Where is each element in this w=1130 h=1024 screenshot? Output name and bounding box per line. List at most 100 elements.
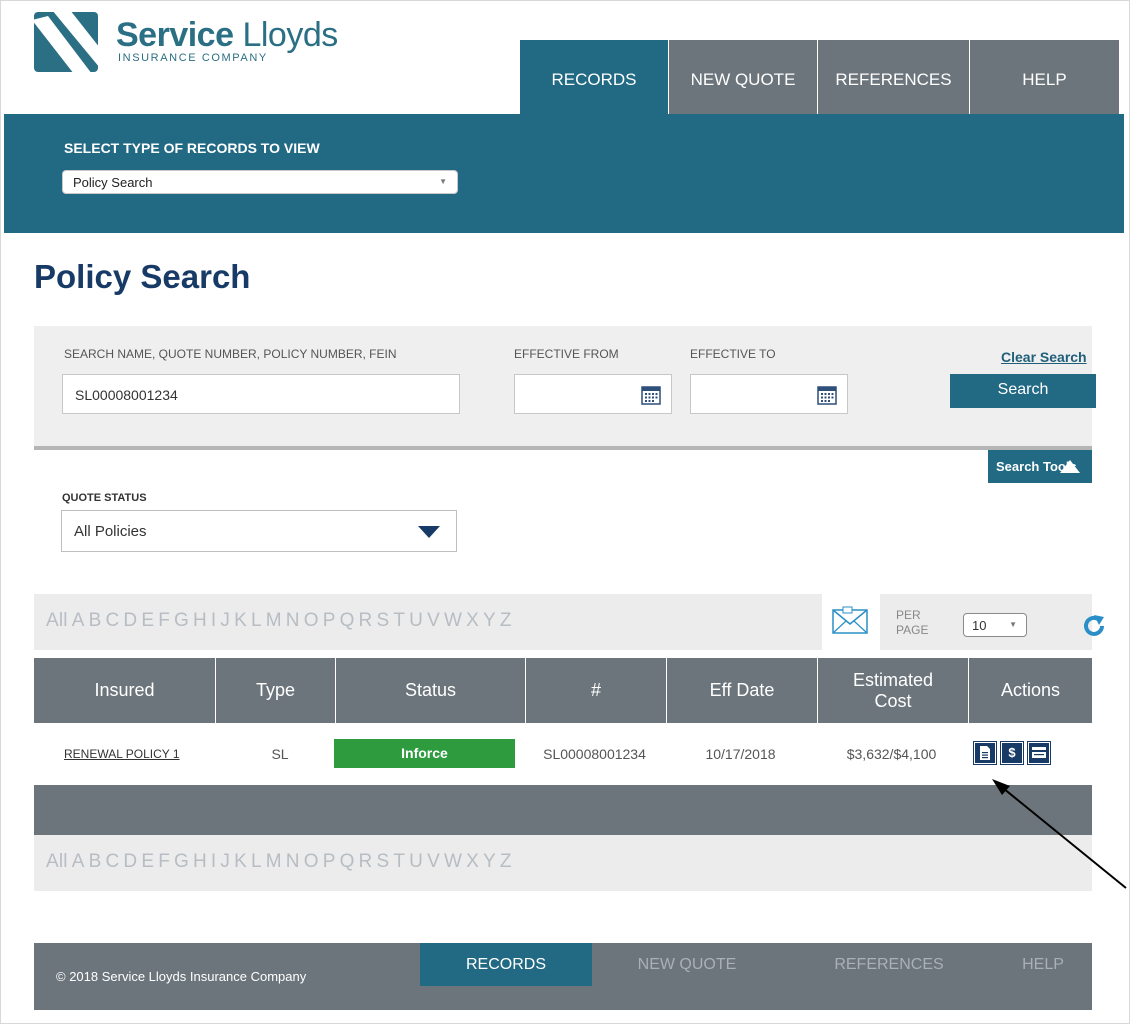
clear-search-link[interactable]: Clear Search xyxy=(1001,349,1087,365)
alpha-link[interactable]: N xyxy=(286,851,300,872)
alpha-link[interactable]: M xyxy=(266,851,282,872)
effective-from-input[interactable] xyxy=(514,374,672,414)
alpha-link[interactable]: O xyxy=(304,610,319,631)
alpha-link[interactable]: U xyxy=(409,610,423,631)
alpha-link[interactable]: S xyxy=(376,610,389,631)
alpha-link[interactable]: A xyxy=(72,851,85,872)
alpha-link[interactable]: I xyxy=(211,610,216,631)
page-footer: © 2018 Service Lloyds Insurance Company … xyxy=(34,943,1092,1010)
alpha-link[interactable]: X xyxy=(466,851,479,872)
alpha-link[interactable]: C xyxy=(105,610,119,631)
alpha-link[interactable]: F xyxy=(158,851,170,872)
alpha-link[interactable]: G xyxy=(174,610,189,631)
alpha-link[interactable]: T xyxy=(393,851,405,872)
alpha-link[interactable]: Z xyxy=(500,851,512,872)
per-page-select[interactable]: 10 ▼ xyxy=(963,613,1027,637)
alpha-link[interactable]: R xyxy=(359,610,373,631)
credit-card-icon xyxy=(1032,747,1046,758)
calendar-icon[interactable] xyxy=(641,385,661,405)
alpha-link[interactable]: W xyxy=(444,610,462,631)
footer-nav-help[interactable]: HELP xyxy=(994,943,1092,986)
alphabet-links: All A B C D E F G H I J K L M N O P Q R S T U V W X Y Z xyxy=(46,610,516,632)
alpha-link[interactable]: K xyxy=(234,851,247,872)
alpha-link[interactable]: U xyxy=(409,851,423,872)
alpha-link[interactable]: Q xyxy=(340,851,355,872)
alpha-link[interactable]: H xyxy=(193,610,207,631)
alpha-link[interactable]: Y xyxy=(483,610,496,631)
alpha-link[interactable]: T xyxy=(393,610,405,631)
tab-new-quote[interactable]: NEW QUOTE xyxy=(668,40,817,114)
tab-references[interactable]: REFERENCES xyxy=(817,40,969,114)
alpha-link[interactable]: L xyxy=(251,851,262,872)
effective-to-input[interactable] xyxy=(690,374,848,414)
alpha-link[interactable]: Z xyxy=(500,610,512,631)
alpha-link[interactable]: Y xyxy=(483,851,496,872)
search-query-input[interactable]: SL00008001234 xyxy=(62,374,460,414)
alpha-link[interactable]: N xyxy=(286,610,300,631)
chevron-down-icon: ▼ xyxy=(1009,620,1017,629)
alpha-link[interactable]: F xyxy=(158,610,170,631)
insured-link[interactable]: RENEWAL POLICY 1 xyxy=(64,723,180,785)
alpha-link[interactable]: L xyxy=(251,610,262,631)
alpha-link[interactable]: P xyxy=(323,851,336,872)
footer-nav-new-quote[interactable]: NEW QUOTE xyxy=(602,943,772,986)
view-document-button[interactable] xyxy=(973,741,997,765)
col-status[interactable]: Status xyxy=(335,658,525,723)
alpha-link[interactable]: R xyxy=(359,851,373,872)
alpha-link[interactable]: H xyxy=(193,851,207,872)
alpha-link[interactable]: E xyxy=(141,851,154,872)
triangle-down-icon xyxy=(418,526,440,538)
col-number[interactable]: # xyxy=(525,658,666,723)
alpha-link[interactable]: D xyxy=(123,610,137,631)
alphabet-filter-top: All A B C D E F G H I J K L M N O P Q R S T U V W X Y Z PER PAGE 1… xyxy=(34,594,1104,650)
col-eff-date[interactable]: Eff Date xyxy=(666,658,817,723)
search-tools-button[interactable]: Search Tools xyxy=(988,450,1092,483)
footer-nav-references[interactable]: REFERENCES xyxy=(794,943,984,986)
search-button[interactable]: Search xyxy=(950,374,1096,408)
alpha-link[interactable]: J xyxy=(220,610,230,631)
col-estimated-cost[interactable]: Estimated Cost xyxy=(817,658,968,723)
brand-logo[interactable]: Service Lloyds INSURANCE COMPANY xyxy=(34,12,394,76)
alpha-link[interactable]: All xyxy=(46,610,68,631)
alpha-link[interactable]: S xyxy=(376,851,389,872)
col-insured[interactable]: Insured xyxy=(34,658,215,723)
table-row: RENEWAL POLICY 1 SL Inforce SL0000800123… xyxy=(34,723,1092,785)
alpha-link[interactable]: W xyxy=(444,851,462,872)
refresh-icon[interactable] xyxy=(1082,614,1106,638)
tab-records[interactable]: RECORDS xyxy=(520,40,668,114)
alpha-link[interactable]: B xyxy=(89,851,102,872)
alpha-link[interactable]: All xyxy=(46,851,68,872)
alpha-link[interactable]: X xyxy=(466,610,479,631)
alpha-link[interactable]: P xyxy=(323,610,336,631)
payment-card-button[interactable] xyxy=(1027,741,1051,765)
alpha-link[interactable]: C xyxy=(105,851,119,872)
col-type[interactable]: Type xyxy=(215,658,335,723)
billing-button[interactable]: $ xyxy=(1000,741,1024,765)
estimated-cost: $3,632/$4,100 xyxy=(846,746,937,762)
tab-help[interactable]: HELP xyxy=(969,40,1119,114)
alpha-link[interactable]: Q xyxy=(340,610,355,631)
alpha-link[interactable]: J xyxy=(220,851,230,872)
alpha-link[interactable]: A xyxy=(72,610,85,631)
calendar-icon[interactable] xyxy=(817,385,837,405)
alpha-link[interactable]: V xyxy=(427,610,440,631)
alpha-link[interactable]: K xyxy=(234,610,247,631)
quote-status-select[interactable]: All Policies xyxy=(61,510,457,552)
alpha-link[interactable]: G xyxy=(174,851,189,872)
alpha-link[interactable]: I xyxy=(211,851,216,872)
records-type-band: SELECT TYPE OF RECORDS TO VIEW Policy Se… xyxy=(4,114,1124,233)
email-button[interactable] xyxy=(822,594,880,650)
alpha-link[interactable]: E xyxy=(141,610,154,631)
alpha-link[interactable]: D xyxy=(123,851,137,872)
status-badge: Inforce xyxy=(334,739,515,768)
policy-number: SL00008001234 xyxy=(543,746,646,762)
search-panel: SEARCH NAME, QUOTE NUMBER, POLICY NUMBER… xyxy=(34,326,1096,450)
alpha-link[interactable]: B xyxy=(89,610,102,631)
alpha-link[interactable]: M xyxy=(266,610,282,631)
brand-subtitle: INSURANCE COMPANY xyxy=(118,52,268,64)
alpha-link[interactable]: V xyxy=(427,851,440,872)
chevron-down-icon: ▼ xyxy=(439,177,447,186)
records-type-select[interactable]: Policy Search ▼ xyxy=(62,170,458,194)
alpha-link[interactable]: O xyxy=(304,851,319,872)
footer-nav-records[interactable]: RECORDS xyxy=(420,943,592,986)
